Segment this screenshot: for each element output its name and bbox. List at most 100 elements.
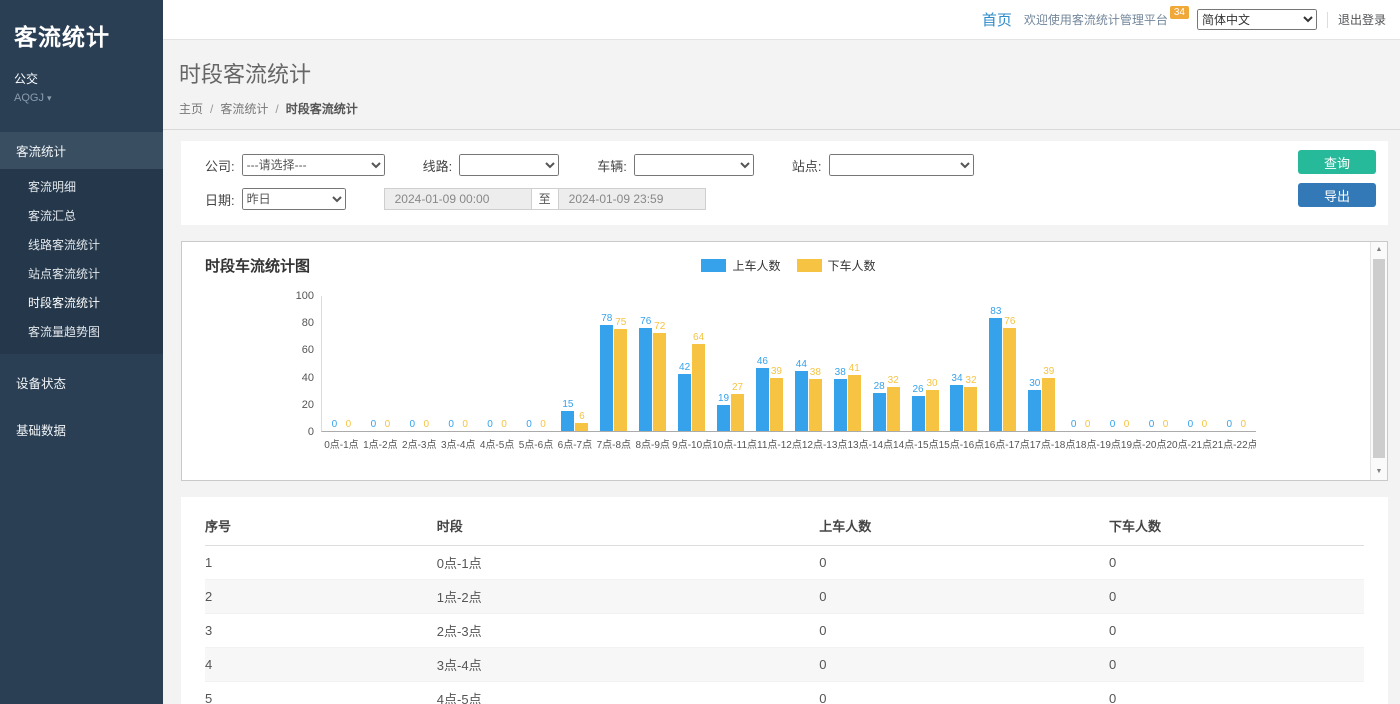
x-axis-label: 6点-7点 [555,436,594,451]
x-axis-label: 0点-1点 [322,436,361,451]
sidebar-section[interactable]: 设备状态 [0,364,163,401]
filter-buttons: 查询 导出 [1298,150,1376,207]
company-select[interactable]: ---请选择--- [242,154,385,176]
bar-column: 0 [1145,296,1158,431]
sidebar-section[interactable]: 客流统计 [0,132,163,169]
app-title: 客流统计 [14,18,149,52]
bar-column: 28 [873,296,886,431]
bar [678,374,691,431]
breadcrumb-item[interactable]: 主页 [179,102,203,116]
sidebar-item[interactable]: 线路客流统计 [0,230,163,259]
vehicle-select[interactable] [634,154,754,176]
sidebar-item[interactable]: 站点客流统计 [0,259,163,288]
bar-column: 0 [1106,296,1119,431]
scroll-down-icon[interactable]: ▼ [1371,464,1387,480]
date-preset-select[interactable]: 昨日 [242,188,346,210]
export-button[interactable]: 导出 [1298,183,1376,207]
bar-group: 8376 [983,296,1022,431]
vehicle-filter: 车辆: [597,154,754,176]
bar-group: 7672 [633,296,672,431]
station-select[interactable] [829,154,974,176]
table-cell: 1 [205,546,437,580]
table-cell: 1点-2点 [437,580,819,614]
bar-column: 30 [926,296,939,431]
bar-column: 19 [717,296,730,431]
bar-group: 00 [1217,296,1256,431]
bar-value-label: 27 [732,382,743,393]
bar-value-label: 76 [1004,316,1015,327]
query-button[interactable]: 查询 [1298,150,1376,174]
org-name: 公交 [14,70,149,87]
bar-value-label: 42 [679,362,690,373]
bar-value-label: 0 [462,419,468,430]
bar-group: 00 [439,296,478,431]
x-axis-label: 4点-5点 [478,436,517,451]
sidebar-item[interactable]: 客流汇总 [0,201,163,230]
bar-value-label: 15 [562,399,573,410]
bar-column: 44 [795,296,808,431]
bar-group: 3039 [1022,296,1061,431]
bar-value-label: 0 [332,419,338,430]
language-select[interactable]: 简体中文 [1197,9,1317,30]
table-cell: 4 [205,648,437,682]
bar [717,405,730,431]
sidebar-section[interactable]: 基础数据 [0,411,163,448]
bar-value-label: 72 [654,321,665,332]
bar [950,385,963,431]
table-cell: 5 [205,682,437,704]
bar-column: 15 [561,296,574,431]
topbar: 首页 欢迎使用客流统计管理平台 34 简体中文 退出登录 [163,0,1400,40]
org-code-dropdown[interactable]: AQGJ▾ [14,92,149,104]
bar-value-label: 75 [615,317,626,328]
bar-column: 0 [459,296,472,431]
table-cell: 0 [819,648,1109,682]
bar-column: 64 [692,296,705,431]
bar-chart: 020406080100 000000000000156787576724264… [321,296,1256,432]
bar-group: 00 [400,296,439,431]
logout-link[interactable]: 退出登录 [1338,11,1386,28]
bar [600,325,613,431]
bar-column: 26 [912,296,925,431]
x-axis-label: 2点-3点 [400,436,439,451]
chart-scrollbar[interactable]: ▲ ▼ [1370,242,1387,480]
legend-label: 下车人数 [828,257,876,274]
page-title: 时段客流统计 [179,57,1400,89]
date-end-input[interactable] [558,188,706,210]
bar-group: 00 [361,296,400,431]
bar-group: 00 [1100,296,1139,431]
bar-value-label: 83 [990,306,1001,317]
bar [639,328,652,431]
y-axis-tick: 100 [282,290,314,302]
bar-value-label: 78 [601,313,612,324]
scroll-up-icon[interactable]: ▲ [1371,242,1387,258]
bar [964,387,977,431]
sidebar-item[interactable]: 客流量趋势图 [0,317,163,346]
main-area: 首页 欢迎使用客流统计管理平台 34 简体中文 退出登录 时段客流统计 主页/客… [163,0,1400,704]
line-select[interactable] [459,154,559,176]
scrollbar-thumb[interactable] [1373,259,1385,458]
bar-value-label: 0 [1149,419,1155,430]
breadcrumb-item[interactable]: 客流统计 [220,102,268,116]
bar-value-label: 41 [849,363,860,374]
sidebar-item[interactable]: 客流明细 [0,172,163,201]
company-filter: 公司: ---请选择--- [205,154,385,176]
bar-value-label: 30 [1029,378,1040,389]
bar-column: 0 [445,296,458,431]
chart-legend: 上车人数下车人数 [321,257,1256,274]
y-axis-tick: 20 [282,399,314,411]
bar-group: 00 [1061,296,1100,431]
chart-panel: 时段车流统计图 上车人数下车人数 020406080100 0000000000… [181,241,1388,481]
bar-group: 2630 [906,296,945,431]
bar [887,387,900,431]
date-to-label: 至 [532,188,558,210]
date-start-input[interactable] [384,188,532,210]
sidebar: 客流统计 公交 AQGJ▾ 客流统计客流明细客流汇总线路客流统计站点客流统计时段… [0,0,163,704]
x-axis-label: 17点-18点 [1030,436,1076,451]
home-link[interactable]: 首页 [982,9,1012,30]
sidebar-item[interactable]: 时段客流统计 [0,288,163,317]
bar-value-label: 0 [423,419,429,430]
content: 公司: ---请选择--- 线路: 车辆: 站点: [163,130,1400,704]
bar-value-label: 0 [385,419,391,430]
table-body: 10点-1点0021点-2点0032点-3点0043点-4点0054点-5点00… [205,546,1364,704]
bar-value-label: 0 [1071,419,1077,430]
